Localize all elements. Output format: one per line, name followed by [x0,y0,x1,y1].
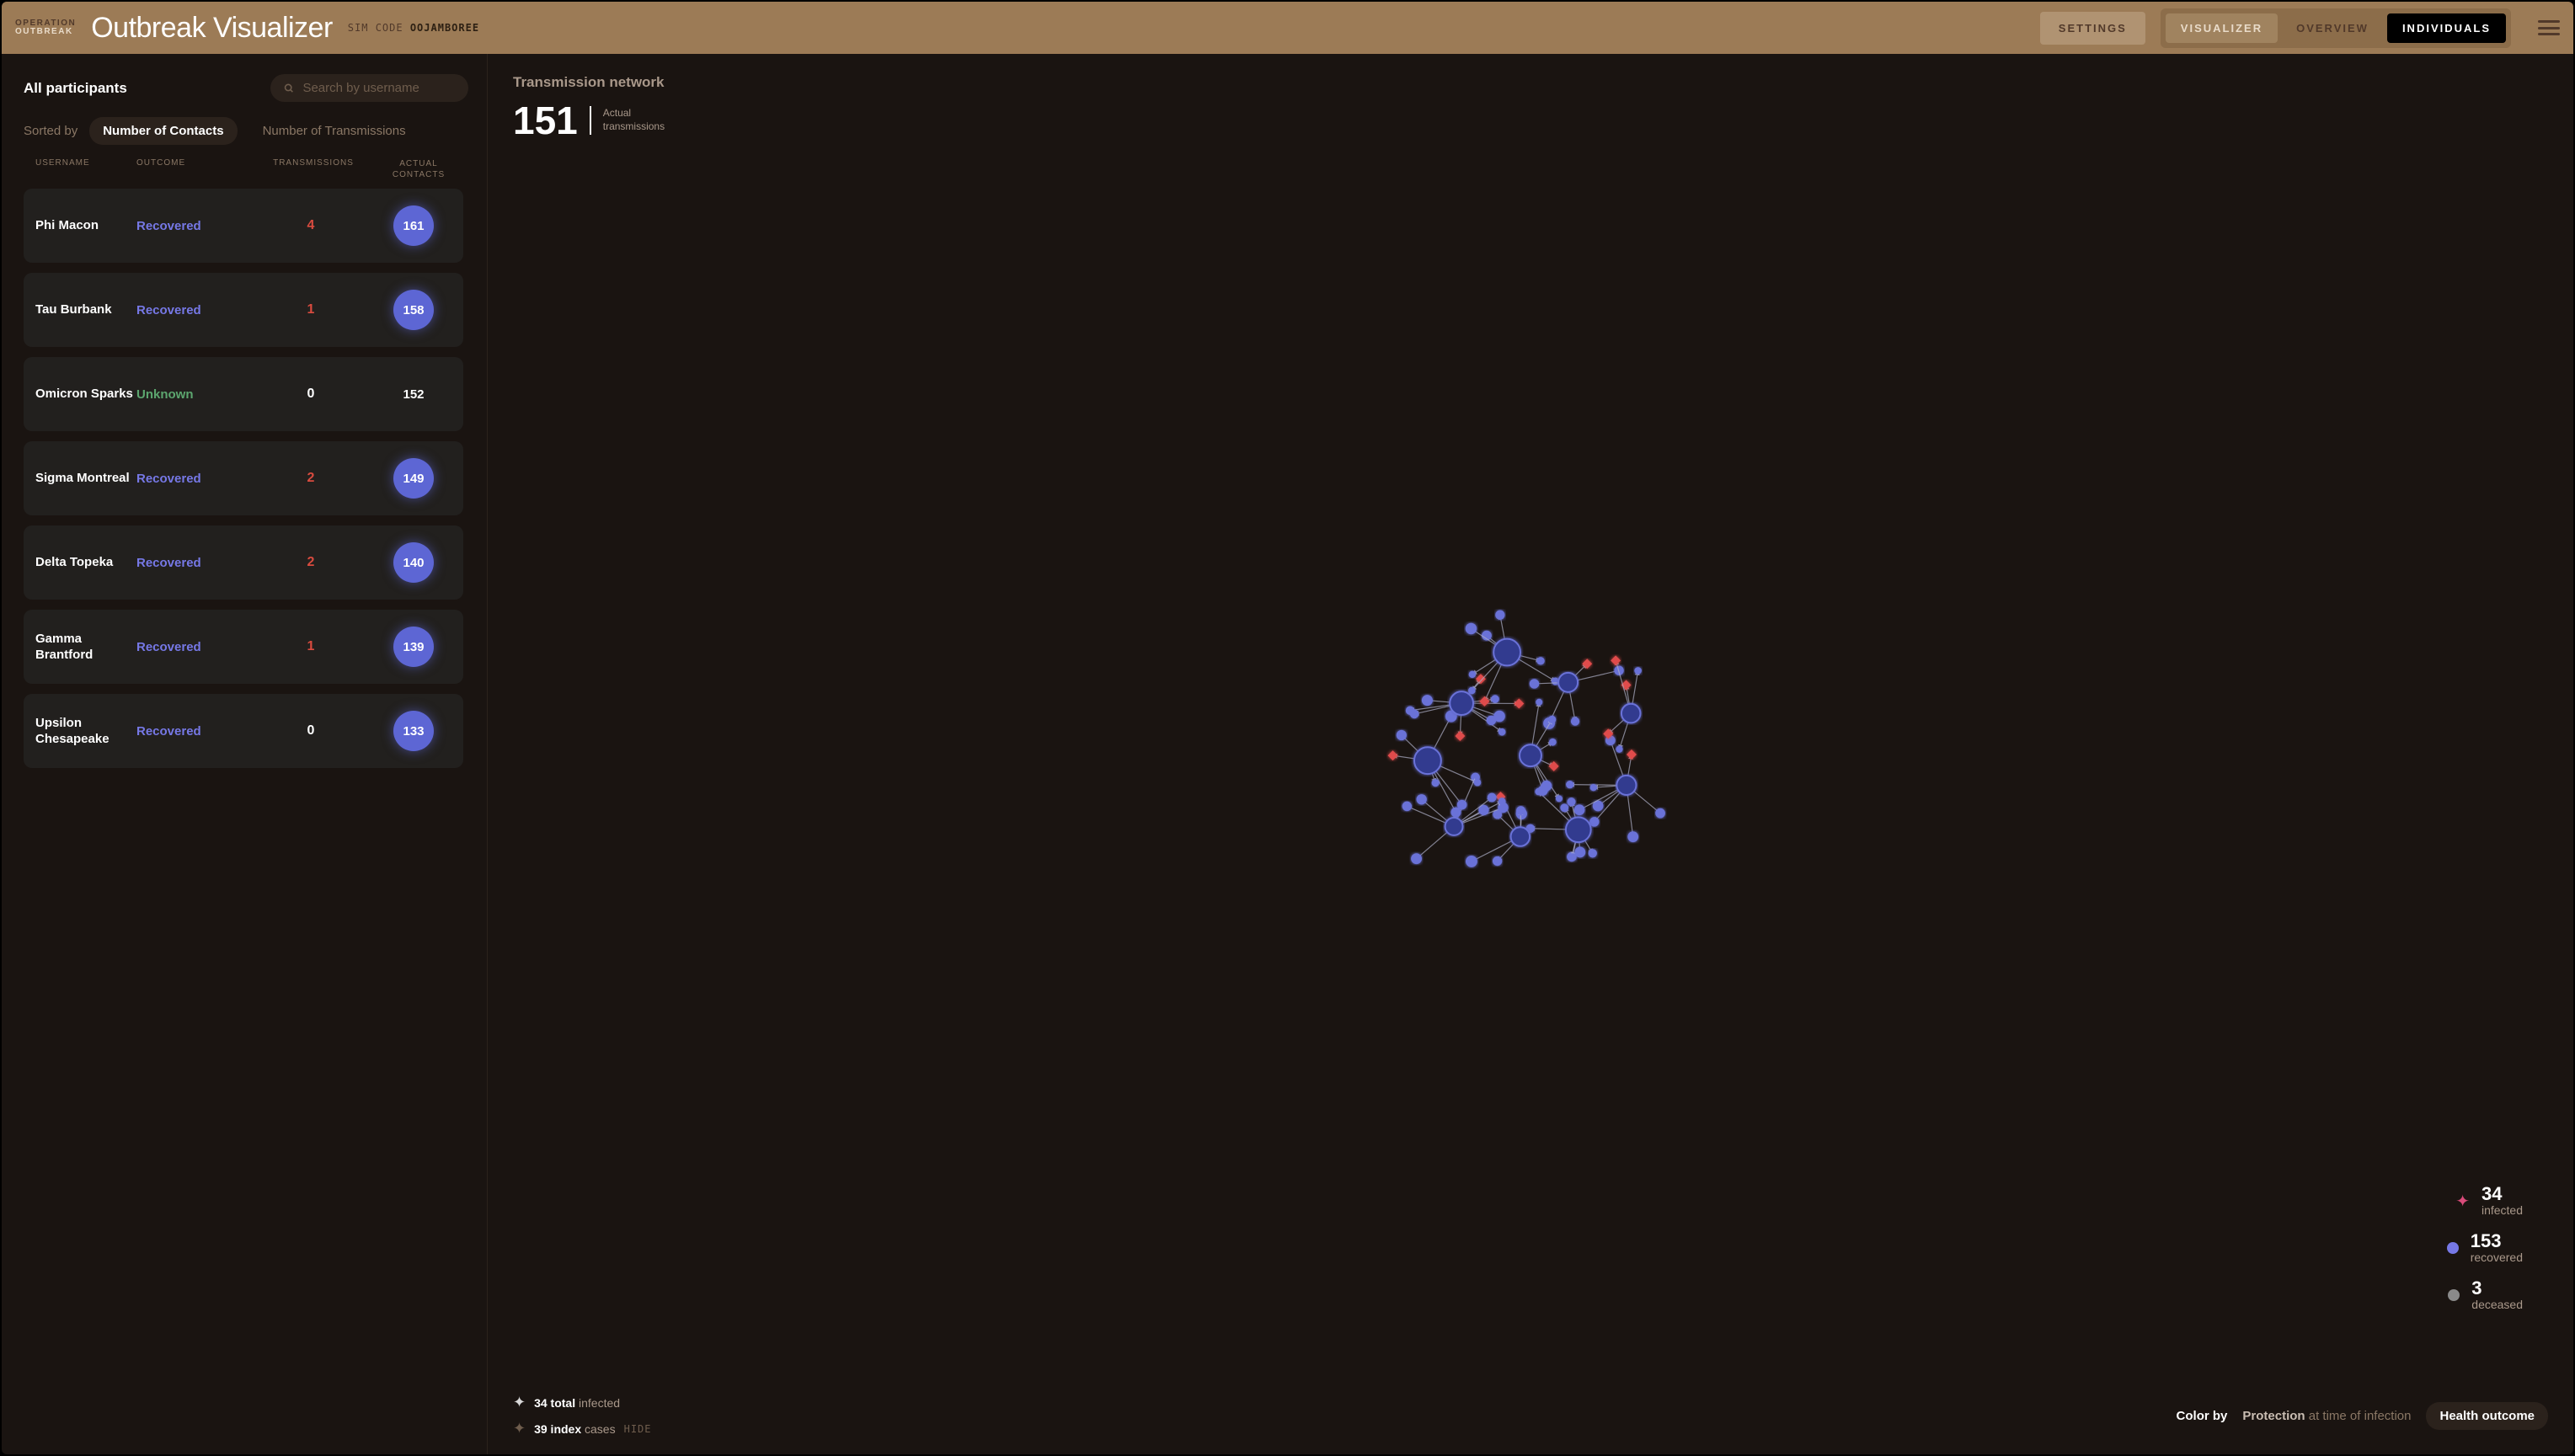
color-health-option[interactable]: Health outcome [2426,1402,2548,1430]
transmission-count-value: 151 [513,98,578,143]
table-row[interactable]: Sigma MontrealRecovered2 149 [24,441,463,515]
sim-code: SIM CODE OOJAMBOREE [348,22,479,34]
participant-contacts: 161 [393,205,434,246]
table-header: USERNAME OUTCOME TRANSMISSIONS ACTUAL CO… [24,158,468,189]
tab-individuals[interactable]: INDIVIDUALS [2387,13,2506,43]
table-row[interactable]: Omicron SparksUnknown0 152 [24,357,463,431]
participant-name: Phi Macon [35,217,136,234]
legend: ✦ 34infected 153recovered 3deceased [2447,1185,2523,1311]
sparkle-icon: ✦ [513,1394,526,1411]
table-row[interactable]: Phi MaconRecovered4 161 [24,189,463,263]
table-row[interactable]: Delta TopekaRecovered2 140 [24,525,463,600]
sort-contacts-chip[interactable]: Number of Contacts [89,117,237,145]
table-row[interactable]: Gamma BrantfordRecovered1 139 [24,610,463,684]
participant-contacts: 158 [393,290,434,330]
col-outcome: OUTCOME [136,158,246,180]
count-label-1: Actual [603,107,665,120]
participant-name: Tau Burbank [35,301,136,318]
participants-list[interactable]: Phi MaconRecovered4161Tau BurbankRecover… [24,189,468,1454]
index-cases: ✦ 39 index cases HIDE [513,1420,652,1437]
network-title: Transmission network [513,74,2548,91]
participants-panel: All participants Sorted by Number of Con… [2,54,488,1454]
search-input[interactable] [302,81,455,95]
sort-transmissions-chip[interactable]: Number of Transmissions [249,117,419,145]
table-row[interactable]: Tau BurbankRecovered1 158 [24,273,463,347]
view-tabs: VISUALIZER OVERVIEW INDIVIDUALS [2161,8,2511,48]
participant-outcome: Recovered [136,472,246,486]
participant-contacts: 140 [393,542,434,583]
col-username: USERNAME [35,158,136,180]
participant-transmissions: 0 [246,723,376,739]
dot-icon [2447,1242,2459,1254]
network-panel: Transmission network 151 Actual transmis… [488,54,2573,1454]
participant-transmissions: 2 [246,555,376,570]
settings-button[interactable]: SETTINGS [2040,12,2145,45]
legend-infected: ✦ 34infected [2455,1185,2523,1217]
participant-transmissions: 1 [246,302,376,317]
participant-transmissions: 2 [246,471,376,486]
participant-name: Sigma Montreal [35,470,136,487]
sparkle-icon: ✦ [2455,1191,2470,1212]
tab-visualizer[interactable]: VISUALIZER [2166,13,2278,43]
tab-overview[interactable]: OVERVIEW [2281,13,2384,43]
logo-line2: OUTBREAK [15,28,76,36]
sim-code-value: OOJAMBOREE [410,22,479,34]
participant-transmissions: 1 [246,639,376,654]
count-label-2: transmissions [603,120,665,134]
sim-code-label: SIM CODE [348,22,403,34]
color-protection-option[interactable]: Protection at time of infection [2242,1409,2411,1423]
participant-name: Gamma Brantford [35,631,136,664]
search-box[interactable] [270,74,468,102]
sorted-by-label: Sorted by [24,124,77,138]
transmission-count: 151 Actual transmissions [513,98,2548,143]
menu-icon[interactable] [2538,20,2560,35]
participant-outcome: Recovered [136,640,246,654]
col-contacts: ACTUAL CONTACTS [381,158,457,180]
page-title: Outbreak Visualizer [91,12,333,45]
participant-transmissions: 4 [246,218,376,233]
dot-icon [2448,1289,2460,1301]
sparkle-icon: ✦ [513,1420,526,1437]
hide-button[interactable]: HIDE [624,1423,652,1435]
participant-outcome: Recovered [136,219,246,233]
total-infected: ✦ 34 total infected [513,1394,652,1411]
participant-name: Omicron Sparks [35,386,136,403]
search-icon [284,83,294,94]
participant-contacts: 139 [393,627,434,667]
participant-outcome: Recovered [136,556,246,570]
participants-title: All participants [24,80,127,97]
participant-name: Delta Topeka [35,554,136,571]
participant-transmissions: 0 [246,387,376,402]
network-graph[interactable] [1354,579,1707,932]
participant-contacts: 133 [393,711,434,751]
participant-outcome: Unknown [136,387,246,402]
app-header: OPERATION OUTBREAK Outbreak Visualizer S… [2,2,2573,54]
participant-name: Upsilon Chesapeake [35,715,136,748]
color-by-label: Color by [2177,1409,2228,1423]
table-row[interactable]: Upsilon ChesapeakeRecovered0 133 [24,694,463,768]
participant-outcome: Recovered [136,303,246,317]
participant-outcome: Recovered [136,724,246,739]
participant-contacts: 149 [393,458,434,499]
logo: OPERATION OUTBREAK [15,19,76,36]
legend-recovered: 153recovered [2447,1232,2523,1264]
legend-deceased: 3deceased [2448,1279,2523,1311]
col-transmissions: TRANSMISSIONS [246,158,381,180]
participant-contacts: 152 [393,374,434,414]
